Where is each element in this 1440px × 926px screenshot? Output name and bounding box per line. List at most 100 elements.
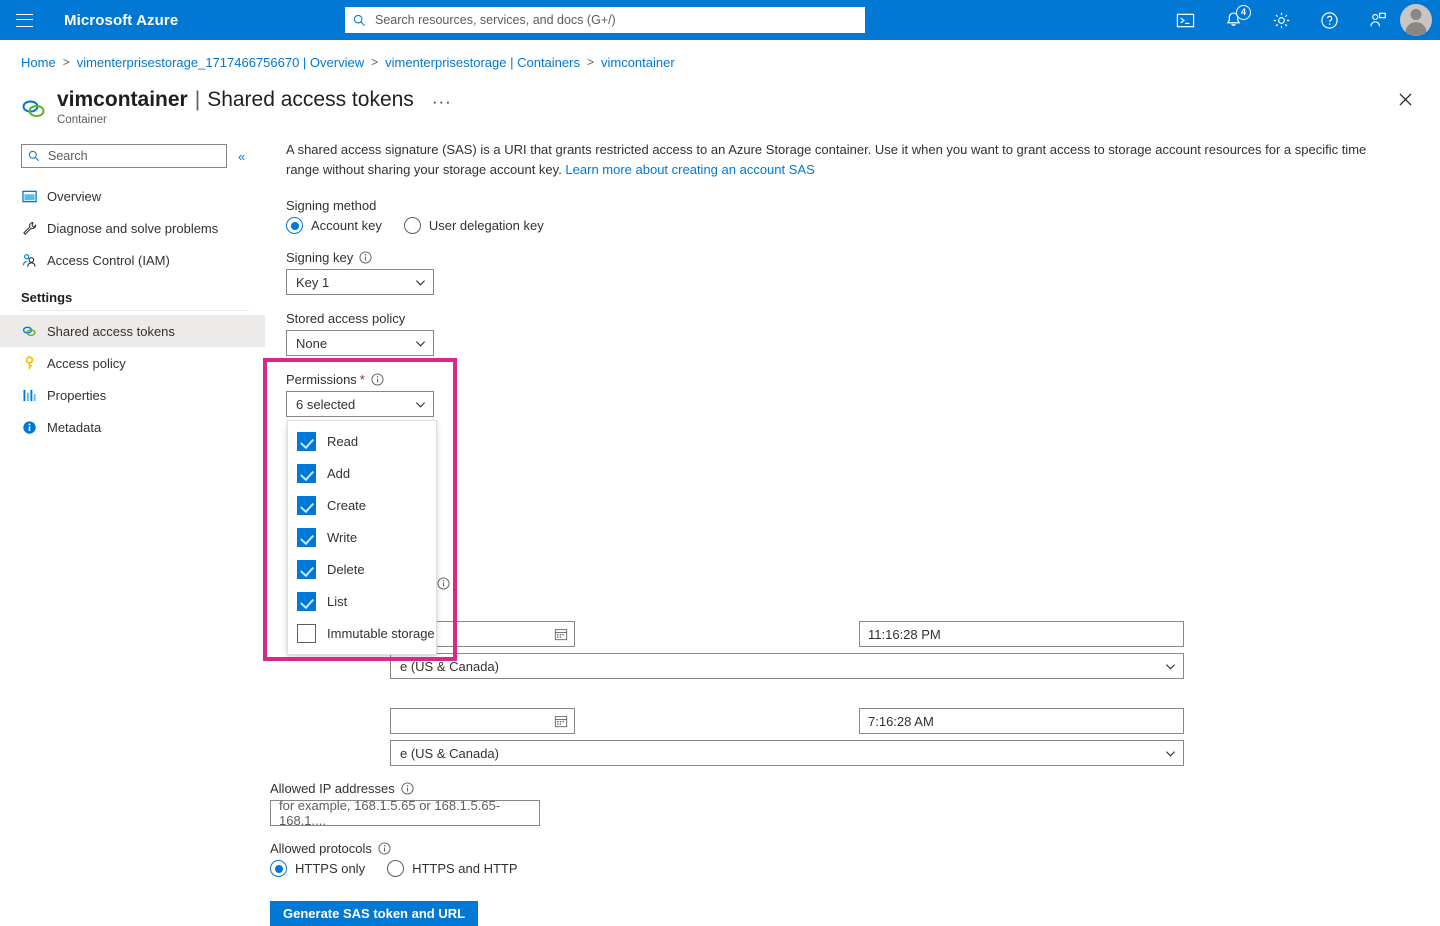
stored-access-policy-value: None [296,335,328,351]
breadcrumb-separator: > [371,55,379,69]
global-search-input[interactable] [373,12,857,28]
sidebar-search-row: « [0,144,265,168]
container-resource-icon [22,100,45,117]
avatar[interactable] [1400,4,1432,36]
radio-account-key-label: Account key [311,218,382,233]
checkbox-immutable-storage[interactable] [297,623,316,643]
checkbox-write[interactable] [297,527,316,547]
checkbox-create[interactable] [297,495,316,515]
sidebar-item-label: Properties [47,387,107,403]
checkbox-list[interactable] [297,591,316,611]
radio-https-only-indicator [270,860,287,877]
close-blade-button[interactable] [1394,88,1416,110]
permission-option-immutable-storage[interactable]: Immutable storage [288,617,436,649]
avatar-head [1410,9,1422,20]
start-time-input[interactable]: 11:16:28 PM [859,621,1184,647]
sidebar-group-divider [21,310,249,311]
global-nav-toggle-icon[interactable] [0,0,48,40]
global-search-box[interactable] [345,7,865,33]
collapse-sidebar-icon[interactable]: « [238,149,245,164]
expiry-time-input[interactable]: 7:16:28 AM [859,708,1184,734]
permission-option-add[interactable]: Add [288,457,436,489]
notifications-icon[interactable]: 4 [1222,5,1251,31]
resource-menu-sidebar: « Overview Diagnose and solve pro [0,140,265,443]
breadcrumb: Home > vimenterprisestorage_171746675667… [0,48,1440,76]
breadcrumb-item-vimcontainer[interactable]: vimcontainer [601,55,675,70]
sidebar-item-metadata[interactable]: Metadata [0,411,265,443]
sidebar-item-properties[interactable]: Properties [0,379,265,411]
allowed-ip-placeholder: for example, 168.1.5.65 or 168.1.5.65-16… [279,798,501,828]
cloud-shell-icon[interactable] [1174,9,1196,31]
permissions-select[interactable]: 6 selected [286,391,434,417]
signing-key-select[interactable]: Key 1 [286,269,434,295]
calendar-icon [554,629,568,641]
permission-option-delete[interactable]: Delete [288,553,436,585]
signing-method-radio-group: Account key User delegation key [286,217,1440,234]
info-icon[interactable] [401,782,414,795]
info-icon[interactable] [378,842,391,855]
expiry-timezone-select[interactable]: e (US & Canada) [390,740,1184,766]
generate-sas-token-button[interactable]: Generate SAS token and URL [270,901,479,926]
checkbox-delete[interactable] [297,559,316,579]
expiry-time-value: 7:16:28 AM [868,713,934,729]
page-title-block: vimcontainer | Shared access tokens ··· … [57,88,452,126]
sidebar-item-access-policy[interactable]: Access policy [0,347,265,379]
radio-https-only-label: HTTPS only [295,861,366,876]
help-icon[interactable] [1318,9,1340,31]
permission-option-write[interactable]: Write [288,521,436,553]
breadcrumb-separator: > [62,55,70,69]
start-expiry-info-icon[interactable] [437,577,450,590]
signing-method-label: Signing method [286,198,1440,213]
azure-brand-label[interactable]: Microsoft Azure [64,12,178,29]
sidebar-item-overview[interactable]: Overview [0,180,265,212]
top-bar-icon-group: 4 [1174,0,1388,40]
permission-option-read[interactable]: Read [288,425,436,457]
more-options-button[interactable]: ··· [432,92,452,112]
breadcrumb-item-home[interactable]: Home [21,55,56,70]
permission-label: Write [327,529,358,545]
close-icon [1399,93,1411,105]
info-icon[interactable] [371,373,384,386]
radio-user-delegation-key-indicator [403,217,421,234]
start-timezone-select[interactable]: e (US & Canada) [390,653,1184,679]
page-subtitle-title: Shared access tokens [207,88,414,111]
radio-account-key[interactable]: Account key [286,217,382,234]
notification-badge-count: 4 [1236,5,1251,20]
permissions-dropdown-panel: Read Add Create Write Delete List Immuta… [287,420,437,655]
settings-gear-icon[interactable] [1270,9,1292,31]
permission-option-create[interactable]: Create [288,489,436,521]
page-title-divider: | [194,88,201,111]
permission-option-list[interactable]: List [288,585,436,617]
feedback-icon[interactable] [1366,9,1388,31]
stored-access-policy-label: Stored access policy [286,311,1440,326]
sas-description: A shared access signature (SAS) is a URI… [286,140,1386,180]
sidebar-item-label: Overview [47,188,102,204]
expiry-date-input[interactable] [390,708,575,734]
sidebar-item-label: Access policy [47,355,126,371]
sidebar-item-diagnose[interactable]: Diagnose and solve problems [0,212,265,244]
sidebar-search-input[interactable] [46,148,220,164]
breadcrumb-item-containers[interactable]: vimenterprisestorage | Containers [385,55,580,70]
radio-account-key-indicator [286,217,303,234]
radio-user-delegation-key[interactable]: User delegation key [403,217,544,234]
sidebar-item-shared-access-tokens[interactable]: Shared access tokens [0,315,265,347]
stored-access-policy-select[interactable]: None [286,330,434,356]
chevron-down-icon [415,401,426,408]
breadcrumb-item-storage-overview[interactable]: vimenterprisestorage_1717466756670 | Ove… [77,55,364,70]
sidebar-search-box[interactable] [21,144,227,168]
info-icon[interactable] [359,251,372,264]
signing-method-label-text: Signing method [286,198,377,213]
checkbox-read[interactable] [297,431,316,451]
shared-access-icon [21,323,38,340]
allowed-ip-input[interactable]: for example, 168.1.5.65 or 168.1.5.65-16… [270,798,540,828]
radio-https-and-http[interactable]: HTTPS and HTTP [387,860,518,877]
sidebar-item-access-control[interactable]: Access Control (IAM) [0,244,265,276]
allowed-protocols-radio-group: HTTPS only HTTPS and HTTP [270,860,540,877]
permission-label: Immutable storage [327,625,435,641]
checkbox-add[interactable] [297,463,316,483]
shared-access-tokens-form: A shared access signature (SAS) is a URI… [265,140,1440,926]
radio-https-and-http-indicator [387,860,405,877]
learn-more-link[interactable]: Learn more about creating an account SAS [565,162,814,177]
radio-https-only[interactable]: HTTPS only [270,860,365,877]
allowed-ip-label-text: Allowed IP addresses [270,781,395,796]
